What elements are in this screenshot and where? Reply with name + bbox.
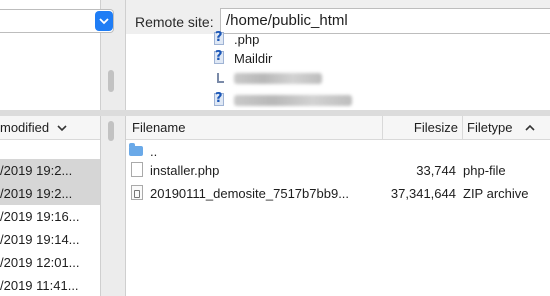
chevron-up-icon xyxy=(524,124,535,131)
tree-item[interactable]: ? xyxy=(214,91,352,109)
file-name: .. xyxy=(150,144,158,159)
remote-tree: ? .php ? Maildir ? xyxy=(126,30,550,110)
column-label: Filetype xyxy=(467,120,513,135)
local-row[interactable]: /2019 19:16... xyxy=(0,205,100,228)
zip-icon xyxy=(131,185,143,200)
row-date: /2019 19:2... xyxy=(0,186,73,201)
row-date: /2019 11:41... xyxy=(0,278,79,293)
remote-file-list: Filename Filesize Filetype .. installer.… xyxy=(126,116,550,296)
local-column-header-modified[interactable]: modified xyxy=(0,116,100,140)
column-header-filetype[interactable]: Filetype xyxy=(462,116,550,140)
folder-arrow-icon xyxy=(214,71,226,85)
chevron-down-icon xyxy=(57,124,67,131)
file-row[interactable]: installer.php 33,744 php-file xyxy=(126,159,550,182)
local-file-list: modified /2019 19:2... /2019 19:2... /20… xyxy=(0,116,100,296)
local-row[interactable]: /2019 19:2... xyxy=(0,159,100,182)
remote-site-path-input[interactable]: /home/public_html xyxy=(220,8,550,34)
remote-site-pane: Remote site: /home/public_html ? .php ? … xyxy=(126,0,550,110)
question-file-icon: ? xyxy=(214,49,224,64)
row-date: /2019 19:16... xyxy=(0,209,80,224)
file-name: installer.php xyxy=(150,163,220,178)
local-column-label: modified xyxy=(0,120,50,135)
tree-item-label: Maildir xyxy=(234,50,273,66)
file-type: ZIP archive xyxy=(463,186,529,201)
tree-item[interactable]: ? .php xyxy=(214,30,259,48)
folder-icon xyxy=(129,143,143,156)
local-list-scrollbar[interactable] xyxy=(108,121,114,141)
local-row[interactable]: /2019 12:01... xyxy=(0,251,100,274)
redacted-name xyxy=(234,94,352,106)
tree-item-label: .php xyxy=(234,31,260,47)
redacted-name xyxy=(234,72,322,84)
column-header-filesize[interactable]: Filesize xyxy=(382,116,462,140)
column-label: Filesize xyxy=(413,120,458,135)
column-header-filename[interactable]: Filename xyxy=(126,116,404,140)
local-row[interactable]: /2019 19:2... xyxy=(0,182,100,205)
row-date: /2019 19:14... xyxy=(0,232,80,247)
pane-splitter[interactable] xyxy=(100,0,126,296)
local-row[interactable]: /2019 19:14... xyxy=(0,228,100,251)
local-row[interactable]: /2019 11:41... xyxy=(0,274,100,296)
chevron-down-icon xyxy=(99,18,109,25)
file-size: 33,744 xyxy=(416,163,456,178)
local-path-dropdown-button[interactable] xyxy=(95,11,113,31)
tree-item[interactable] xyxy=(214,69,322,87)
column-label: Filename xyxy=(132,120,186,135)
file-size: 37,341,644 xyxy=(390,186,456,201)
file-name: 20190111_demosite_7517b7bb9... xyxy=(150,186,350,201)
row-date: /2019 12:01... xyxy=(0,255,80,270)
question-file-icon: ? xyxy=(214,30,224,45)
file-icon xyxy=(131,162,143,177)
local-tree-scrollbar[interactable] xyxy=(108,70,114,92)
row-date: /2019 19:2... xyxy=(0,163,73,178)
question-file-icon: ? xyxy=(214,91,224,106)
remote-site-label: Remote site: xyxy=(135,14,214,30)
file-row[interactable]: 20190111_demosite_7517b7bb9... 37,341,64… xyxy=(126,182,550,205)
file-type: php-file xyxy=(463,163,506,178)
tree-item[interactable]: ? Maildir xyxy=(214,49,272,67)
